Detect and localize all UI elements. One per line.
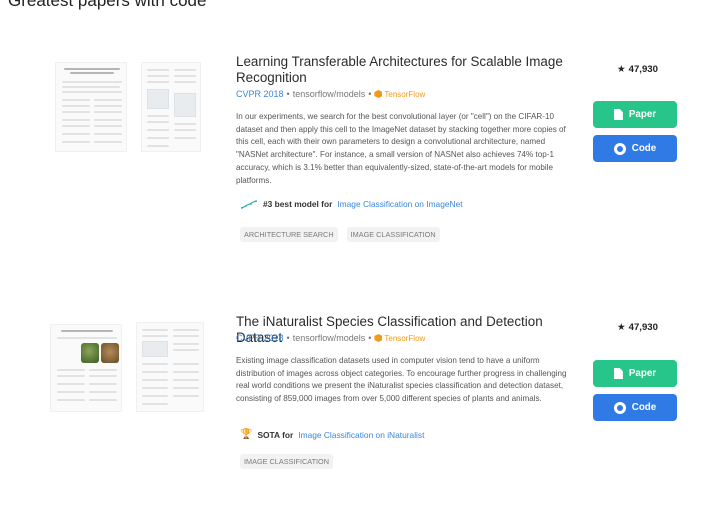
tensorflow-icon [374, 90, 383, 98]
document-icon [613, 109, 623, 120]
paper-meta: CVPR 2018 • tensorflow/models • TensorFl… [236, 333, 426, 343]
paper-title[interactable]: Learning Transferable Architectures for … [236, 54, 576, 86]
paper-card: The iNaturalist Species Classification a… [0, 308, 720, 483]
trophy-icon: 🏆 [240, 429, 253, 440]
code-button[interactable]: Code [593, 135, 677, 162]
tag[interactable]: IMAGE CLASSIFICATION [240, 454, 334, 469]
framework-badge: TensorFlow [374, 334, 425, 343]
trend-chart-icon [240, 200, 258, 209]
github-icon [613, 142, 626, 155]
paper-card: Learning Transferable Architectures for … [0, 50, 720, 250]
tag[interactable]: IMAGE CLASSIFICATION [346, 227, 440, 242]
paper-thumbnail-page-2[interactable] [141, 62, 201, 152]
sota-line: #3 best model for Image Classification o… [240, 198, 463, 210]
sota-rank: SOTA for [257, 429, 294, 440]
tensorflow-icon [374, 334, 383, 342]
paper-thumbnail-page-1[interactable] [55, 62, 127, 152]
conference-link[interactable]: CVPR 2018 [236, 333, 284, 343]
star-icon: ★ [617, 64, 626, 75]
tag-list: ARCHITECTURE SEARCH IMAGE CLASSIFICATION [240, 227, 440, 242]
paper-thumbnail-page-1[interactable] [50, 324, 122, 412]
paper-thumbnail-page-2[interactable] [136, 322, 204, 412]
paper-abstract: Existing image classification datasets u… [236, 356, 567, 404]
star-icon: ★ [617, 322, 626, 333]
sota-line: 🏆 SOTA for Image Classification on iNatu… [240, 429, 424, 440]
paper-abstract: In our experiments, we search for the be… [236, 112, 566, 185]
paper-meta: CVPR 2018 • tensorflow/models • TensorFl… [236, 89, 426, 99]
paper-button[interactable]: Paper [593, 360, 677, 387]
tag-list: IMAGE CLASSIFICATION [240, 454, 334, 469]
repo-name[interactable]: tensorflow/models [293, 333, 366, 343]
github-icon [613, 401, 626, 414]
star-count: ★ 47,930 [617, 322, 658, 333]
conference-link[interactable]: CVPR 2018 [236, 89, 284, 99]
sota-task-link[interactable]: Image Classification on ImageNet [337, 199, 462, 209]
sota-rank: #3 best model for [263, 199, 333, 209]
framework-badge: TensorFlow [374, 90, 425, 99]
star-count: ★ 47,930 [617, 64, 658, 75]
section-title: Greatest papers with code [8, 0, 207, 10]
paper-button[interactable]: Paper [593, 101, 677, 128]
code-button[interactable]: Code [593, 394, 677, 421]
sota-task-link[interactable]: Image Classification on iNaturalist [298, 430, 424, 440]
tag[interactable]: ARCHITECTURE SEARCH [240, 227, 338, 242]
repo-name[interactable]: tensorflow/models [293, 89, 366, 99]
document-icon [613, 368, 623, 379]
